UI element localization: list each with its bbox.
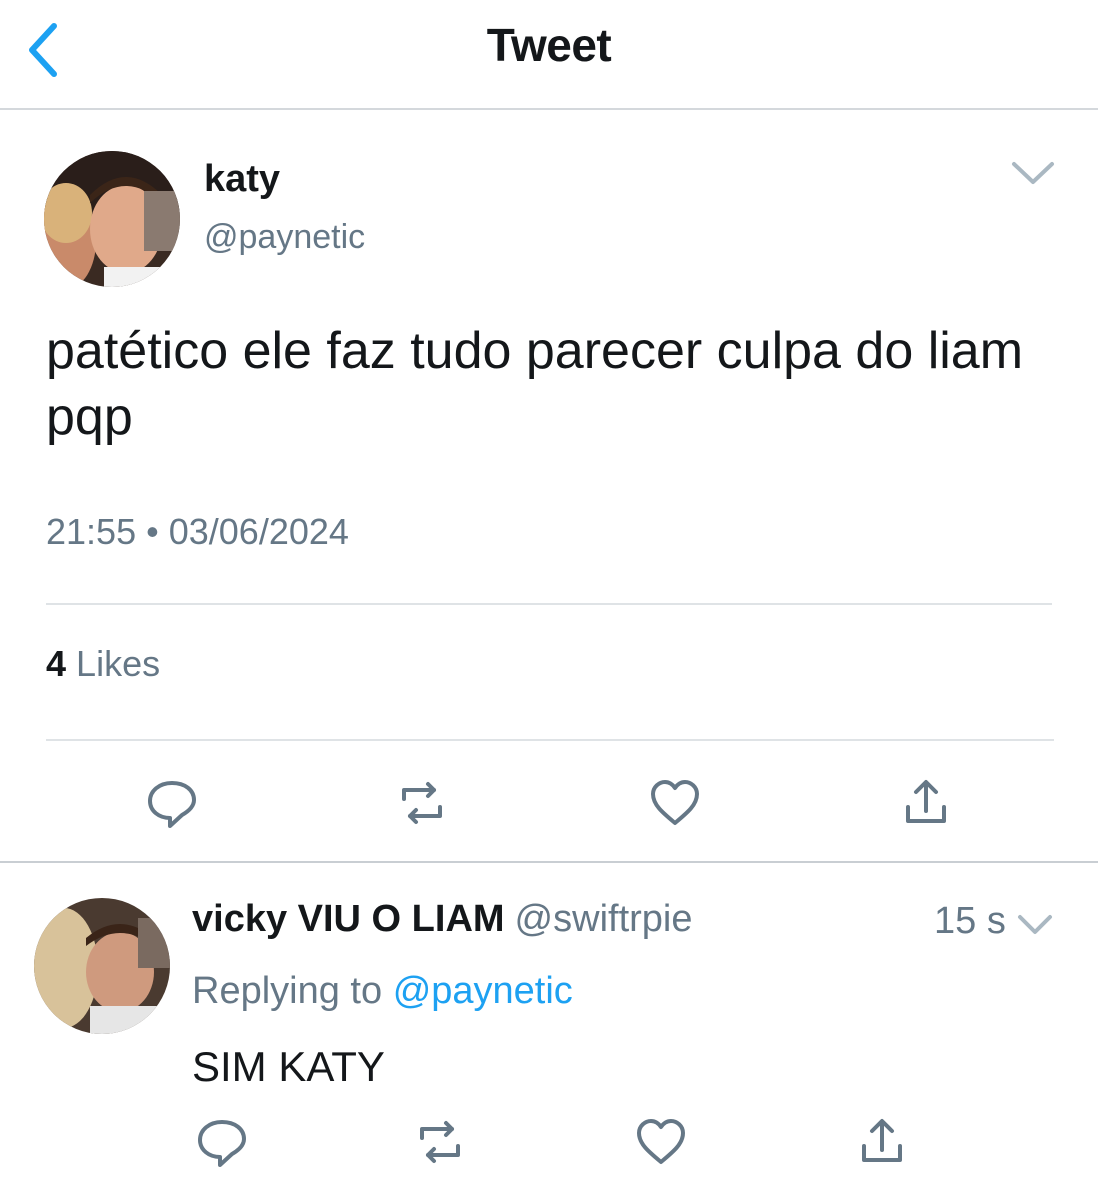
share-icon <box>906 780 946 823</box>
reply-timestamp: 15 s <box>934 900 1006 942</box>
likes-count: 4 <box>46 643 67 684</box>
chevron-down-icon <box>1018 915 1052 934</box>
reply-like-button[interactable] <box>631 1112 691 1172</box>
divider <box>46 739 1054 741</box>
reply-retweet-button[interactable] <box>410 1112 470 1172</box>
replying-to-label: Replying to <box>192 970 383 1012</box>
tweet-time: 21:55 <box>46 511 137 552</box>
reply-author-handle[interactable]: @swiftrpie <box>515 898 693 940</box>
retweet-icon <box>402 782 442 824</box>
share-icon <box>862 1119 902 1162</box>
retweet-icon <box>420 1121 460 1163</box>
likes-stat[interactable]: 4 Likes <box>46 643 160 685</box>
like-button[interactable] <box>645 773 705 833</box>
reply-reply-button[interactable] <box>192 1112 252 1172</box>
tweet-timestamp: 21:55 • 03/06/2024 <box>46 511 349 553</box>
avatar[interactable] <box>44 151 180 287</box>
reply-share-button[interactable] <box>852 1112 912 1172</box>
reply-button[interactable] <box>142 773 202 833</box>
reply-more-options-button[interactable] <box>1012 908 1058 942</box>
reply-avatar[interactable] <box>34 898 170 1034</box>
heart-icon <box>651 780 699 825</box>
reply-header: vicky VIU O LIAM @swiftrpie <box>192 898 693 941</box>
share-button[interactable] <box>896 773 956 833</box>
heart-icon <box>637 1119 685 1164</box>
tweet-date: 03/06/2024 <box>168 511 349 552</box>
author-name[interactable]: katy <box>204 158 280 201</box>
chevron-down-icon <box>1012 162 1054 184</box>
likes-label: Likes <box>76 643 161 684</box>
section-divider <box>0 861 1098 863</box>
tweet-text: patético ele faz tudo parecer culpa do l… <box>46 322 1024 446</box>
replying-to-handle-link[interactable]: @paynetic <box>393 970 573 1012</box>
author-handle[interactable]: @paynetic <box>204 218 365 257</box>
page-title: Tweet <box>486 19 612 71</box>
divider <box>46 603 1052 605</box>
speech-bubble-icon <box>148 781 196 828</box>
retweet-button[interactable] <box>392 773 452 833</box>
reply-author-name[interactable]: vicky VIU O LIAM <box>192 898 505 940</box>
nav-bar: Tweet <box>0 0 1098 110</box>
reply-text: SIM KATY <box>192 1043 385 1090</box>
replying-to: Replying to @paynetic <box>192 970 573 1013</box>
timestamp-separator: • <box>146 511 159 552</box>
more-options-button[interactable] <box>1006 154 1060 194</box>
speech-bubble-icon <box>198 1120 246 1167</box>
